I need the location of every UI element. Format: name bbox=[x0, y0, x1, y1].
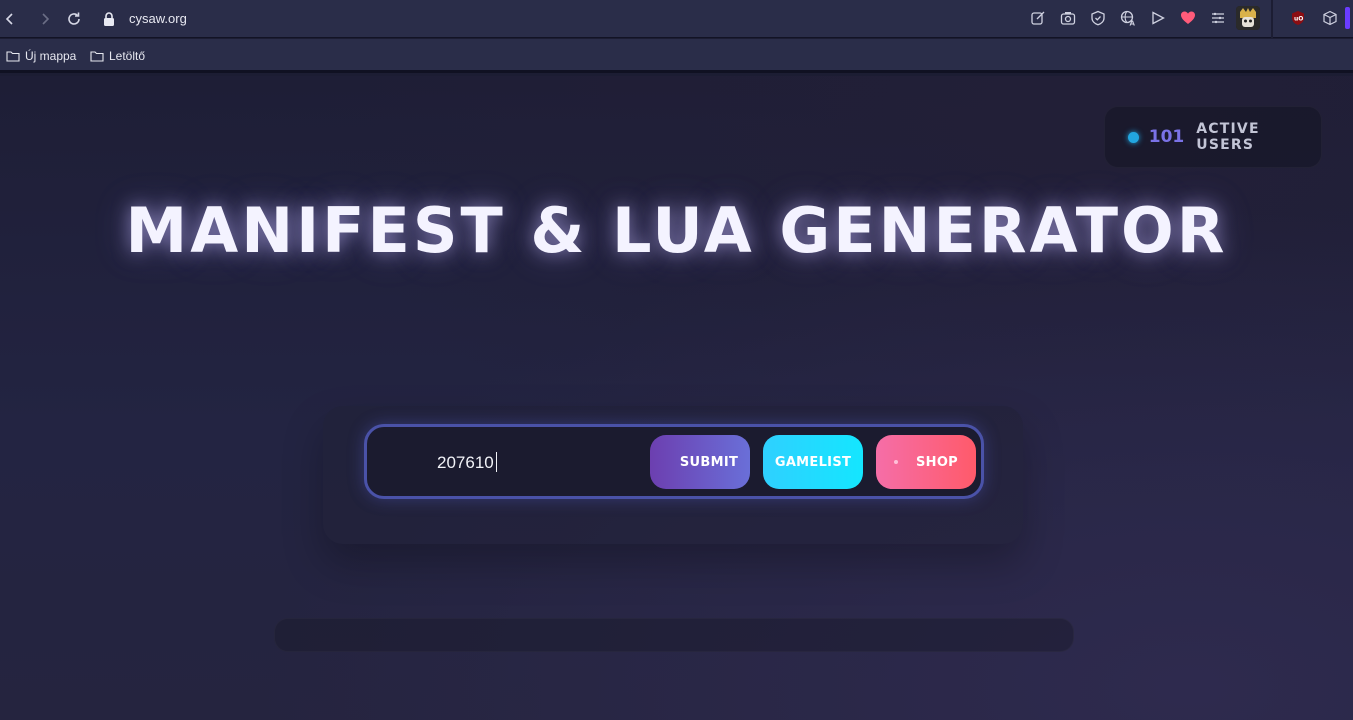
menu-icon[interactable] bbox=[1210, 10, 1226, 26]
status-dot bbox=[1128, 131, 1139, 143]
camera-icon[interactable] bbox=[1060, 10, 1076, 26]
svg-text:A: A bbox=[1130, 20, 1136, 27]
shield-icon[interactable] bbox=[1090, 10, 1106, 26]
page-content: 101 ACTIVE USERS MANIFEST & LUA GENERATO… bbox=[0, 76, 1353, 720]
translate-icon[interactable]: A bbox=[1120, 10, 1136, 26]
gamelist-button[interactable]: GAMELIST bbox=[763, 435, 863, 489]
bookmark-folder-uj-mappa[interactable]: Új mappa bbox=[6, 49, 76, 63]
active-users-count: 101 bbox=[1148, 127, 1185, 147]
shop-button[interactable]: SHOP bbox=[876, 435, 976, 489]
text-caret bbox=[496, 452, 497, 472]
active-users-label: ACTIVE USERS bbox=[1196, 121, 1260, 153]
folder-icon bbox=[6, 51, 20, 62]
browser-toolbar: cysaw.org A uO bbox=[0, 0, 1353, 38]
profile-avatar[interactable] bbox=[1236, 6, 1260, 30]
folder-icon bbox=[90, 51, 104, 62]
ublock-icon[interactable]: uO bbox=[1290, 10, 1306, 26]
lock-icon[interactable] bbox=[102, 11, 116, 27]
play-icon[interactable] bbox=[1150, 10, 1166, 26]
heart-icon[interactable] bbox=[1180, 10, 1196, 26]
shop-label: SHOP bbox=[915, 454, 959, 470]
app-id-input[interactable] bbox=[437, 451, 637, 475]
cube-icon[interactable] bbox=[1322, 10, 1338, 26]
reload-icon[interactable] bbox=[64, 9, 84, 29]
edit-icon[interactable] bbox=[1030, 10, 1046, 26]
sparkle-icon bbox=[894, 460, 898, 464]
sidebar-indicator bbox=[1345, 7, 1350, 29]
address-bar[interactable]: cysaw.org bbox=[129, 11, 187, 26]
active-users-badge: 101 ACTIVE USERS bbox=[1104, 106, 1322, 168]
svg-text:uO: uO bbox=[1294, 16, 1303, 23]
bookmark-label: Új mappa bbox=[25, 49, 77, 63]
bookmark-label: Letöltő bbox=[109, 49, 146, 63]
bookmark-folder-letolto[interactable]: Letöltő bbox=[90, 49, 145, 63]
output-panel bbox=[274, 618, 1074, 652]
back-icon[interactable] bbox=[0, 9, 20, 29]
generator-form: SUBMIT GAMELIST SHOP bbox=[364, 424, 984, 499]
forward-icon[interactable] bbox=[35, 9, 55, 29]
toolbar-divider bbox=[1271, 0, 1273, 38]
submit-button[interactable]: SUBMIT bbox=[650, 435, 750, 489]
page-title: MANIFEST & LUA GENERATOR bbox=[125, 194, 1228, 267]
bookmarks-bar: Új mappa Letöltő bbox=[0, 39, 1353, 73]
